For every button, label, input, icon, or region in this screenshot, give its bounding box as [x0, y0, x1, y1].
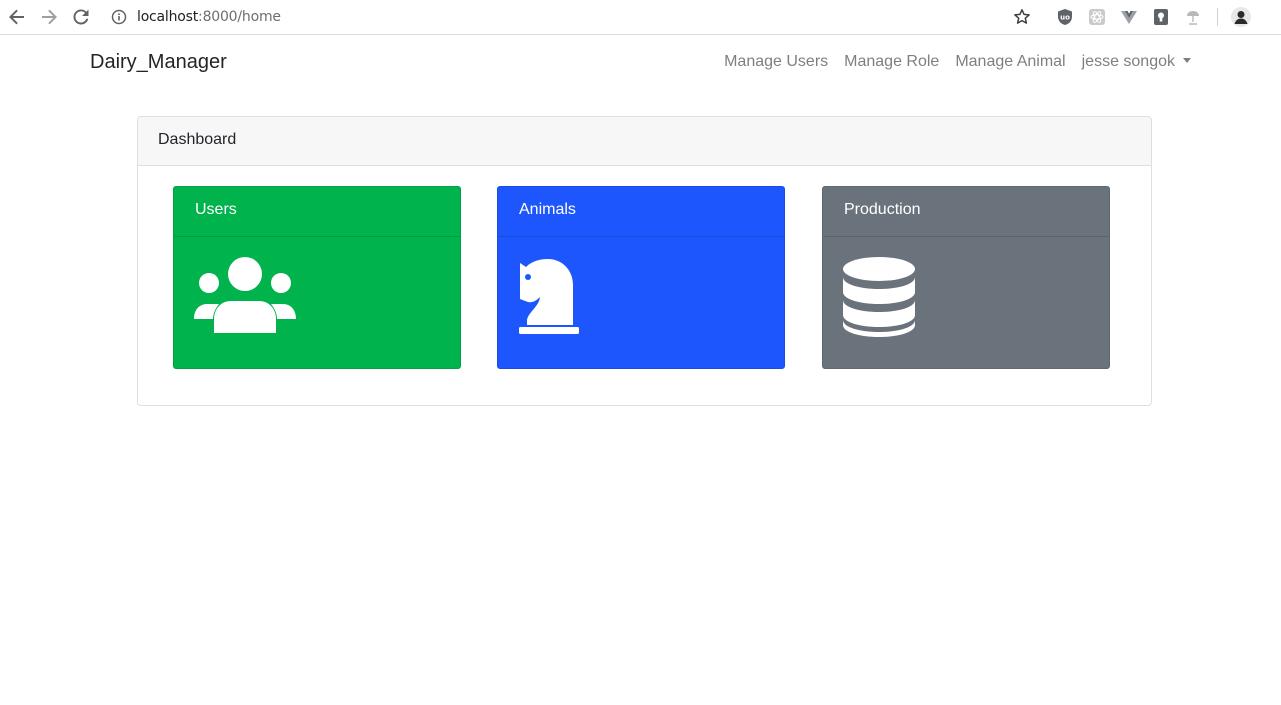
address-bar[interactable]: localhost:8000/home [137, 9, 281, 25]
keep-extension-icon[interactable] [1152, 8, 1170, 26]
users-tile[interactable]: Users [173, 186, 461, 369]
caret-down-icon [1183, 58, 1191, 63]
database-icon [843, 257, 915, 341]
nav-manage-role[interactable]: Manage Role [844, 53, 939, 71]
nav-manage-users[interactable]: Manage Users [724, 53, 828, 71]
svg-text:uo: uo [1060, 14, 1070, 22]
production-tile-title: Production [823, 187, 1109, 237]
nav-manage-animal[interactable]: Manage Animal [955, 53, 1065, 71]
user-menu-dropdown[interactable]: jesse songok [1082, 53, 1191, 71]
ublock-extension-icon[interactable]: uo [1056, 8, 1074, 26]
nav-links: Manage Users Manage Role Manage Animal j… [724, 53, 1191, 71]
back-arrow-icon[interactable] [5, 5, 29, 29]
url-host: localhost [137, 9, 199, 25]
toolbar-separator [1217, 8, 1218, 26]
site-info-icon[interactable] [111, 9, 127, 25]
production-tile[interactable]: Production [822, 186, 1110, 369]
forward-arrow-icon[interactable] [37, 5, 61, 29]
extension-icon[interactable] [1184, 8, 1202, 26]
react-devtools-extension-icon[interactable] [1088, 8, 1106, 26]
chess-knight-icon [518, 259, 580, 339]
animals-tile-title: Animals [498, 187, 784, 237]
vue-devtools-extension-icon[interactable] [1120, 8, 1138, 26]
users-icon [194, 257, 296, 337]
app-navbar: Dairy_Manager Manage Users Manage Role M… [0, 36, 1281, 92]
browser-toolbar: localhost:8000/home uo [0, 0, 1281, 35]
bookmark-star-icon[interactable] [1013, 8, 1031, 26]
animals-tile[interactable]: Animals [497, 186, 785, 369]
user-name: jesse songok [1081, 53, 1175, 70]
dashboard-title: Dashboard [138, 117, 1151, 166]
profile-avatar-icon[interactable] [1231, 7, 1251, 27]
dashboard-card: Dashboard Users Animals Production [137, 116, 1152, 406]
reload-icon[interactable] [69, 5, 93, 29]
brand-logo-text[interactable]: Dairy_Manager [90, 51, 227, 74]
url-path: :8000/home [198, 9, 281, 25]
users-tile-title: Users [174, 187, 460, 237]
